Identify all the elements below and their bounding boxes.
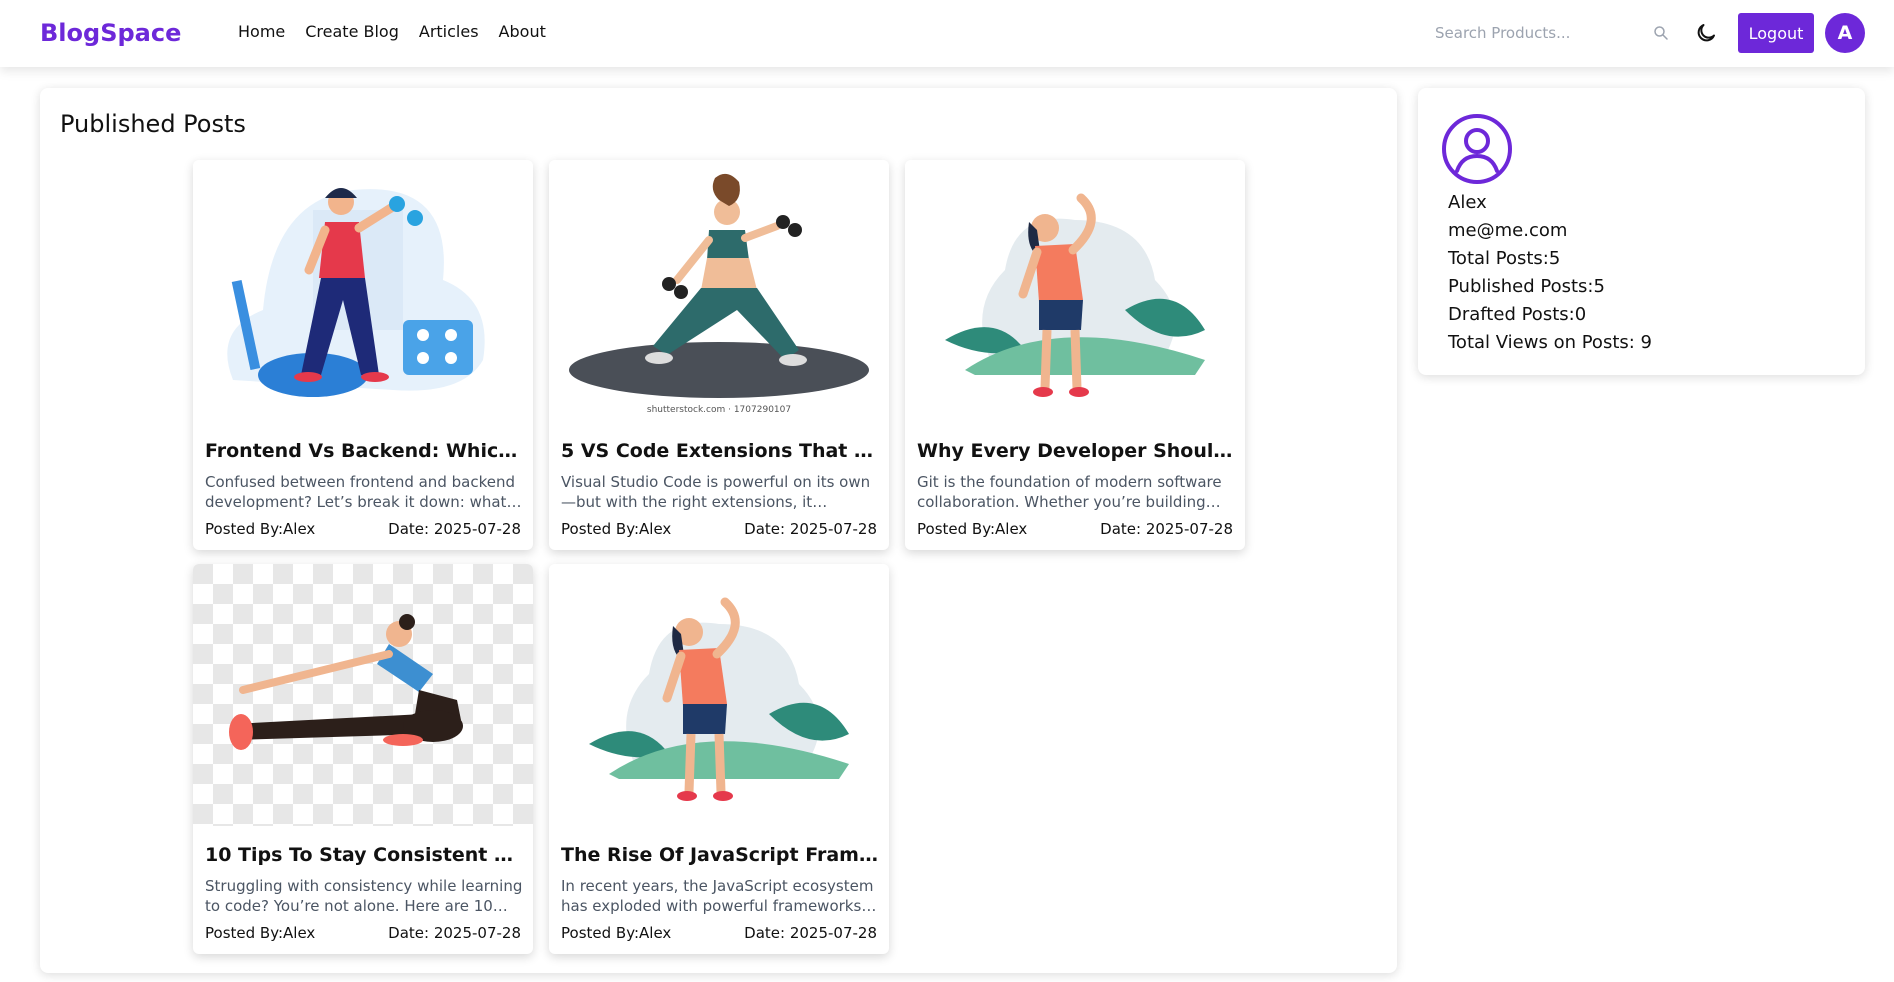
- profile-email: me@me.com: [1448, 220, 1568, 241]
- post-date: Date: 2025-07-28: [388, 924, 521, 942]
- avatar[interactable]: A: [1825, 13, 1865, 53]
- post-image: [905, 160, 1245, 422]
- moon-icon[interactable]: [1694, 21, 1718, 45]
- post-card[interactable]: The Rise Of JavaScript Frameworks In rec…: [549, 564, 889, 954]
- post-author: Posted By:Alex: [917, 520, 1028, 538]
- post-title[interactable]: 5 VS Code Extensions That Will Boost You…: [561, 440, 879, 462]
- post-excerpt: Confused between frontend and backend de…: [205, 473, 515, 511]
- post-image: [193, 160, 533, 422]
- section-title: Published Posts: [60, 110, 246, 138]
- post-excerpt: Git is the foundation of modern software…: [917, 473, 1222, 511]
- profile-total-posts: Total Posts:5: [1448, 248, 1561, 269]
- post-card[interactable]: Why Every Developer Should Learn Git Git…: [905, 160, 1245, 550]
- post-author: Posted By:Alex: [205, 520, 316, 538]
- post-author: Posted By:Alex: [561, 924, 672, 942]
- post-excerpt: Visual Studio Code is powerful on its ow…: [561, 473, 871, 511]
- search-input[interactable]: [1425, 14, 1675, 52]
- profile-drafted-posts: Drafted Posts:0: [1448, 304, 1587, 325]
- post-date: Date: 2025-07-28: [744, 924, 877, 942]
- post-image: [193, 564, 533, 826]
- nav-link-articles[interactable]: Articles: [419, 22, 479, 41]
- post-title[interactable]: Frontend Vs Backend: Which Path Should Y…: [205, 440, 523, 462]
- nav-link-home[interactable]: Home: [238, 22, 285, 41]
- brand-logo[interactable]: BlogSpace: [40, 19, 181, 47]
- post-card[interactable]: 10 Tips To Stay Consistent While Learnin…: [193, 564, 533, 954]
- post-title[interactable]: 10 Tips To Stay Consistent While Learnin…: [205, 844, 523, 866]
- published-posts-panel: Published Posts Frontend Vs Backend: Whi…: [40, 88, 1397, 973]
- post-image: shutterstock.com · 1707290107: [549, 160, 889, 422]
- post-title[interactable]: Why Every Developer Should Learn Git: [917, 440, 1235, 462]
- search-container: [1425, 14, 1675, 52]
- post-author: Posted By:Alex: [205, 924, 316, 942]
- post-card[interactable]: shutterstock.com · 1707290107 5 VS Code …: [549, 160, 889, 550]
- post-image: [549, 564, 889, 826]
- profile-published-posts: Published Posts:5: [1448, 276, 1605, 297]
- profile-total-views: Total Views on Posts: 9: [1448, 332, 1652, 353]
- post-excerpt: Struggling with consistency while learni…: [205, 877, 523, 915]
- post-excerpt: In recent years, the JavaScript ecosyste…: [561, 877, 874, 915]
- profile-name: Alex: [1448, 192, 1487, 213]
- nav-links: Home Create Blog Articles About: [238, 22, 546, 41]
- nav-link-create-blog[interactable]: Create Blog: [305, 22, 399, 41]
- top-navbar: BlogSpace Home Create Blog Articles Abou…: [0, 0, 1894, 67]
- post-date: Date: 2025-07-28: [1100, 520, 1233, 538]
- post-date: Date: 2025-07-28: [388, 520, 521, 538]
- search-icon[interactable]: [1652, 24, 1670, 42]
- profile-card: Alex me@me.com Total Posts:5 Published P…: [1418, 88, 1865, 375]
- post-title[interactable]: The Rise Of JavaScript Frameworks: [561, 844, 879, 866]
- logout-button[interactable]: Logout: [1738, 13, 1814, 53]
- post-card[interactable]: Frontend Vs Backend: Which Path Should Y…: [193, 160, 533, 550]
- svg-text:shutterstock.com · 1707290107: shutterstock.com · 1707290107: [647, 405, 791, 415]
- post-date: Date: 2025-07-28: [744, 520, 877, 538]
- post-author: Posted By:Alex: [561, 520, 672, 538]
- nav-link-about[interactable]: About: [499, 22, 546, 41]
- user-circle-icon: [1442, 114, 1512, 184]
